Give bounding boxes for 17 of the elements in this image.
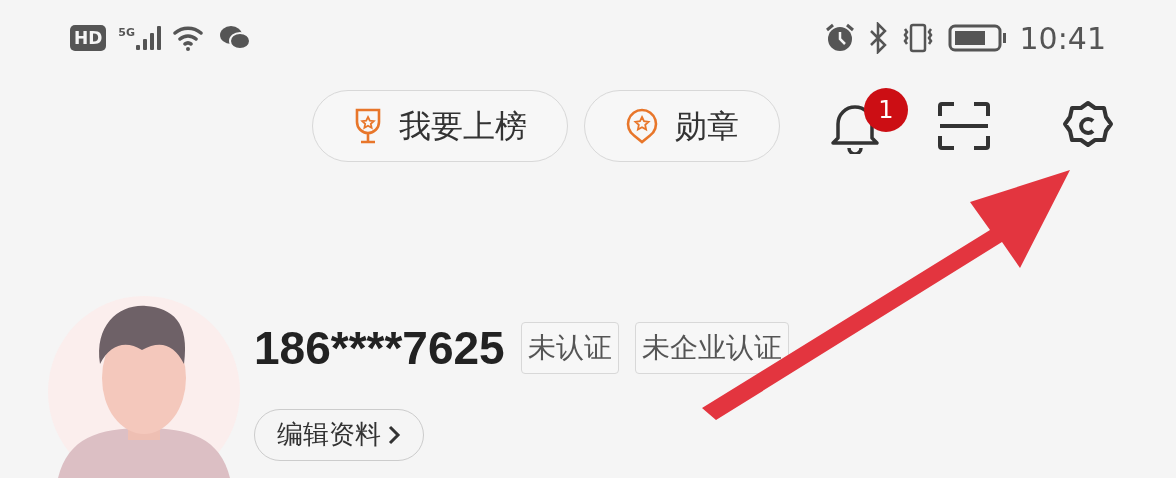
pill-button[interactable]: 勋章 <box>584 90 780 162</box>
hd-indicator: HD <box>70 25 107 51</box>
trophy-icon <box>353 108 383 144</box>
battery-icon <box>947 23 1008 53</box>
scan-icon[interactable] <box>938 102 990 150</box>
clock-time: 10:41 <box>1019 19 1106 58</box>
alarm-icon <box>823 22 856 54</box>
chevron-right-icon <box>387 423 401 446</box>
medal-icon <box>625 108 659 144</box>
verification-tag: 未企业认证 <box>634 322 789 374</box>
signal-icon <box>135 25 162 51</box>
bluetooth-icon <box>867 22 888 54</box>
pill-button[interactable]: 我要上榜 <box>312 90 568 162</box>
network-type: 5G <box>118 25 136 41</box>
notification-badge: 1 <box>864 88 908 132</box>
verification-tag: 未认证 <box>520 322 619 374</box>
phone-number: 186****7625 <box>254 320 505 376</box>
